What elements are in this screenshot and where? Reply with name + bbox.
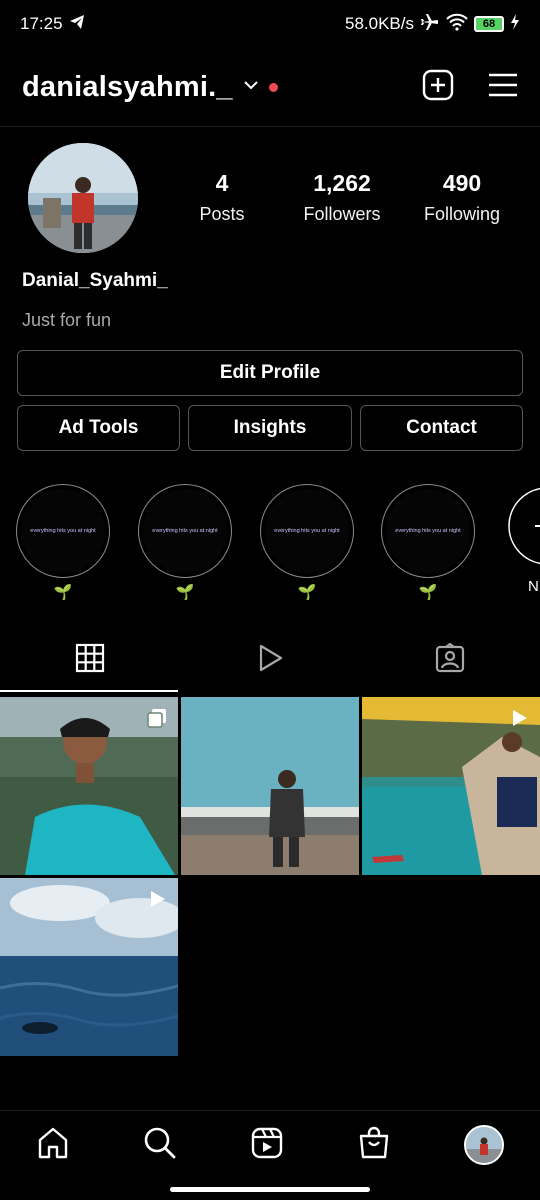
wifi-icon	[446, 13, 468, 36]
highlight-cover: everything hits you at night	[386, 489, 470, 573]
following-count: 490	[442, 170, 482, 196]
posts-label: Posts	[199, 204, 245, 224]
header-divider	[0, 126, 540, 127]
insights-button[interactable]: Insights	[188, 405, 352, 451]
telegram-icon	[69, 14, 85, 35]
carousel-icon	[146, 707, 168, 734]
highlight-label: 🌱	[297, 584, 317, 601]
posts-count: 4	[215, 170, 229, 196]
create-post-icon[interactable]	[422, 69, 454, 106]
account-switcher[interactable]: danialsyahmi._	[22, 71, 278, 104]
post-thumbnail[interactable]	[0, 697, 178, 875]
highlight-cover-text: everything hits you at night	[274, 528, 340, 534]
story-highlight[interactable]: everything hits you at night	[260, 484, 354, 578]
profile-stats: 4 Posts 1,262 Followers 490 Following	[162, 170, 522, 225]
reel-icon	[146, 888, 168, 915]
story-highlight[interactable]: everything hits you at night	[16, 484, 110, 578]
highlight-label: 🌱	[418, 584, 438, 601]
highlight-cover-text: everything hits you at night	[30, 528, 96, 534]
tab-grid[interactable]	[0, 638, 180, 682]
story-highlight[interactable]: everything hits you at night	[138, 484, 232, 578]
followers-count: 1,262	[313, 170, 371, 196]
battery-icon: 68	[474, 16, 504, 32]
highlight-cover-text: everything hits you at night	[395, 528, 461, 534]
ad-tools-button[interactable]: Ad Tools	[17, 405, 180, 451]
home-icon[interactable]	[36, 1126, 70, 1165]
play-icon	[255, 643, 285, 678]
highlight-cover: everything hits you at night	[21, 489, 105, 573]
followers-stat[interactable]: 1,262 Followers	[282, 170, 402, 225]
highlight-cover: everything hits you at night	[143, 489, 227, 573]
posts-stat[interactable]: 4 Posts	[162, 170, 282, 225]
status-time: 17:25	[20, 14, 63, 33]
highlight-label: 🌱	[53, 584, 73, 601]
status-bar: 17:25 58.0KB/s 68	[0, 0, 540, 48]
highlight-cover: everything hits you at night	[265, 489, 349, 573]
display-name: Danial_Syahmi_	[22, 270, 168, 291]
profile-header: danialsyahmi._	[22, 62, 518, 112]
tab-reels[interactable]	[180, 638, 360, 682]
profile-avatar-tab[interactable]	[463, 1125, 504, 1165]
active-tab-indicator	[0, 690, 178, 692]
charging-icon	[510, 13, 520, 35]
following-label: Following	[423, 204, 501, 224]
bottom-navigation	[0, 1120, 540, 1170]
highlight-label: 🌱	[175, 584, 195, 601]
highlight-cover-text: everything hits you at night	[152, 528, 218, 534]
grid-icon	[75, 643, 105, 678]
contact-button[interactable]: Contact	[360, 405, 523, 451]
tagged-icon	[435, 642, 465, 678]
reel-icon	[508, 707, 530, 734]
bio: Just for fun	[22, 310, 112, 330]
new-highlight-label: N	[528, 578, 539, 595]
post-thumbnail[interactable]	[0, 878, 178, 1056]
notification-dot	[268, 82, 278, 92]
post-thumbnail[interactable]	[181, 697, 359, 875]
story-highlight[interactable]: everything hits you at night	[381, 484, 475, 578]
profile-avatar[interactable]	[28, 143, 138, 253]
menu-icon[interactable]	[488, 72, 518, 103]
shop-icon[interactable]	[357, 1126, 391, 1165]
new-highlight-button[interactable]	[507, 486, 540, 566]
edit-profile-button[interactable]: Edit Profile	[17, 350, 523, 396]
following-stat[interactable]: 490 Following	[402, 170, 522, 225]
search-icon[interactable]	[143, 1126, 177, 1165]
username: danialsyahmi._	[22, 70, 233, 103]
nav-divider	[0, 1110, 540, 1111]
chevron-down-icon	[243, 78, 259, 96]
network-speed: 58.0KB/s	[345, 14, 414, 33]
home-indicator	[170, 1187, 370, 1192]
tab-tagged[interactable]	[360, 638, 540, 682]
followers-label: Followers	[303, 204, 381, 224]
reels-icon[interactable]	[250, 1126, 284, 1165]
post-thumbnail[interactable]	[362, 697, 540, 875]
airplane-icon	[420, 12, 440, 37]
